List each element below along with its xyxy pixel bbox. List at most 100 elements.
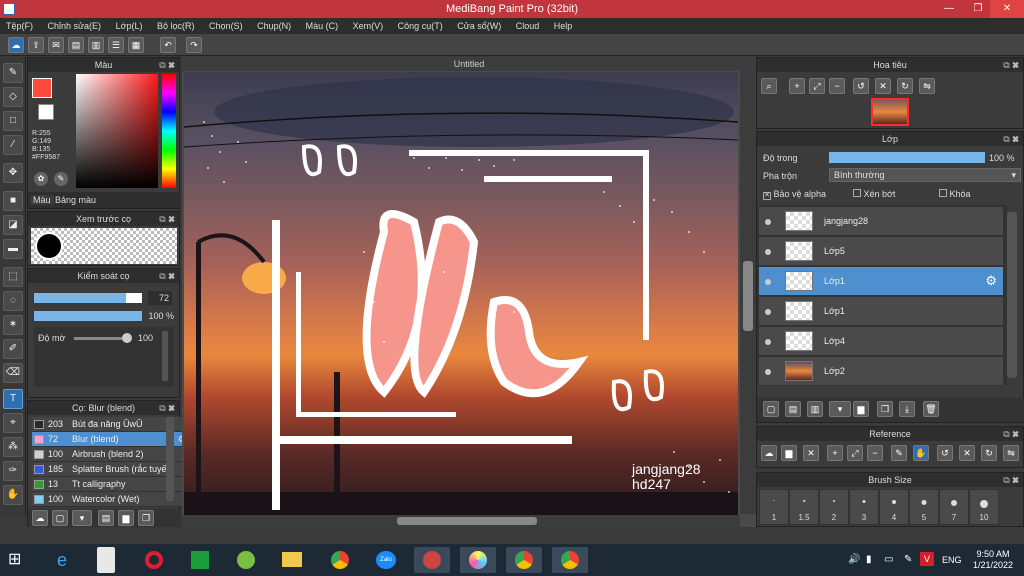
menu-layer[interactable]: Lớp(L) bbox=[110, 18, 149, 32]
delete-layer-icon[interactable]: 🗑 bbox=[923, 401, 939, 417]
redo-icon[interactable]: ↷ bbox=[186, 37, 202, 53]
eyedropper-tool-icon[interactable]: ⁂ bbox=[3, 437, 23, 457]
brush-tool-icon[interactable]: ✎ bbox=[3, 63, 23, 83]
line-tool-icon[interactable]: ⁄ bbox=[3, 135, 23, 155]
operation-tool-icon[interactable]: ⌖ bbox=[3, 413, 23, 433]
brush-size-option[interactable]: 7 bbox=[939, 489, 969, 525]
brush-size-option[interactable]: 5 bbox=[909, 489, 939, 525]
chrome-profile2-icon[interactable] bbox=[552, 547, 588, 573]
eraser-tool-icon[interactable]: ◇ bbox=[3, 87, 23, 107]
minimize-button[interactable]: — bbox=[935, 0, 963, 18]
brush-size-option[interactable]: 1.5 bbox=[789, 489, 819, 525]
eyedropper-icon[interactable]: ✎ bbox=[54, 172, 68, 186]
hand-tool-icon[interactable]: ✋ bbox=[3, 485, 23, 505]
pen-icon[interactable]: ✎ bbox=[904, 554, 912, 565]
list-icon[interactable]: ☰ bbox=[108, 37, 124, 53]
saturation-picker[interactable] bbox=[76, 74, 158, 188]
panel-close-icon[interactable]: ⧉ ✖ bbox=[1003, 58, 1019, 72]
reference-rotate-right-icon[interactable]: ↻ bbox=[981, 445, 997, 461]
file-icon[interactable] bbox=[97, 547, 115, 573]
brush-list-scrollbar[interactable] bbox=[166, 417, 174, 501]
actual-size-icon[interactable]: ⤢ bbox=[809, 78, 825, 94]
bucket-tool-icon[interactable]: ◪ bbox=[3, 215, 23, 235]
gradient-tool-icon[interactable]: ▬ bbox=[3, 239, 23, 259]
windows-start-icon[interactable]: ⊞ bbox=[8, 551, 26, 569]
reference-folder-icon[interactable]: ▆ bbox=[781, 445, 797, 461]
comment-icon[interactable]: ✉ bbox=[48, 37, 64, 53]
select-pen-tool-icon[interactable]: ✐ bbox=[3, 339, 23, 359]
battery-icon[interactable]: ▭ bbox=[884, 554, 893, 565]
reference-rotate-reset-icon[interactable]: ✕ bbox=[959, 445, 975, 461]
new-halftone-layer-icon[interactable]: ▤ bbox=[785, 401, 801, 417]
share-icon[interactable]: ⇪ bbox=[28, 37, 44, 53]
menu-view[interactable]: Xem(V) bbox=[347, 18, 390, 32]
flip-icon[interactable]: ⇋ bbox=[919, 78, 935, 94]
canvas-horizontal-scrollbar[interactable] bbox=[182, 515, 740, 527]
layer-row[interactable]: Lớp2 bbox=[759, 357, 1003, 386]
blur-slider[interactable] bbox=[74, 333, 132, 343]
clock[interactable]: 9:50 AM 1/21/2022 bbox=[968, 549, 1018, 571]
add-brush-icon[interactable]: ▾ bbox=[72, 510, 92, 526]
folder-icon[interactable]: ▆ bbox=[118, 510, 134, 526]
menu-file[interactable]: Tệp(F) bbox=[0, 18, 39, 32]
network-icon[interactable]: ▮ bbox=[866, 554, 872, 565]
cloud-icon[interactable]: ☁ bbox=[8, 37, 24, 53]
document-tab[interactable]: Untitled bbox=[182, 57, 756, 71]
brush-size-option[interactable]: 1 bbox=[759, 489, 789, 525]
reference-flip-icon[interactable]: ⇋ bbox=[1003, 445, 1019, 461]
visibility-icon[interactable] bbox=[765, 309, 771, 315]
select-eraser-tool-icon[interactable]: ⌫ bbox=[3, 363, 23, 383]
menu-snap[interactable]: Chụp(N) bbox=[251, 18, 297, 32]
zoom-fit-icon[interactable]: ⌕ bbox=[761, 78, 777, 94]
panel-close-icon[interactable]: ⧉ ✖ bbox=[1003, 132, 1019, 146]
cloud-brush-icon[interactable]: ☁ bbox=[32, 510, 48, 526]
artwork-image[interactable]: jangjang28 hd247 bbox=[184, 72, 738, 515]
clipping-checkbox[interactable] bbox=[853, 189, 861, 197]
new-brush-icon[interactable]: ▢ bbox=[52, 510, 68, 526]
menu-edit[interactable]: Chỉnh sửa(E) bbox=[42, 18, 108, 32]
reference-eyedropper-icon[interactable]: ✎ bbox=[891, 445, 907, 461]
brush-opacity-slider[interactable] bbox=[34, 311, 142, 321]
layer-row[interactable]: Lớp1 bbox=[759, 297, 1003, 326]
protect-alpha-checkbox[interactable]: ✕ bbox=[763, 192, 771, 200]
layer-opacity-slider[interactable] bbox=[829, 152, 985, 163]
panel-close-icon[interactable]: ⧉ ✖ bbox=[159, 58, 175, 72]
snipping-tool-icon[interactable] bbox=[414, 547, 450, 573]
menu-color[interactable]: Màu (C) bbox=[300, 18, 345, 32]
reference-cloud-icon[interactable]: ☁ bbox=[761, 445, 777, 461]
zoom-out-icon[interactable]: − bbox=[829, 78, 845, 94]
rectangle-tool-icon[interactable]: □ bbox=[3, 111, 23, 131]
rotate-left-icon[interactable]: ↺ bbox=[853, 78, 869, 94]
panel-close-icon[interactable]: ⧉ ✖ bbox=[1003, 473, 1019, 487]
new-layer-icon[interactable]: ▢ bbox=[763, 401, 779, 417]
internet-explorer-icon[interactable]: e bbox=[44, 547, 80, 573]
chrome-icon[interactable] bbox=[322, 547, 358, 573]
duplicate-icon[interactable]: ❐ bbox=[138, 510, 154, 526]
chrome-profile1-icon[interactable] bbox=[506, 547, 542, 573]
reference-rotate-left-icon[interactable]: ↺ bbox=[937, 445, 953, 461]
layer-folder-icon[interactable]: ▆ bbox=[853, 401, 869, 417]
rotate-right-icon[interactable]: ↻ bbox=[897, 78, 913, 94]
navigator-thumbnail[interactable] bbox=[871, 98, 909, 126]
primary-color-swatch[interactable] bbox=[32, 78, 52, 98]
medibang-icon[interactable] bbox=[460, 547, 496, 573]
undo-icon[interactable]: ↶ bbox=[160, 37, 176, 53]
panel-close-icon[interactable]: ⧉ ✖ bbox=[159, 212, 175, 226]
menu-window[interactable]: Cửa sổ(W) bbox=[451, 18, 507, 32]
visibility-icon[interactable] bbox=[765, 219, 771, 225]
volume-icon[interactable]: 🔊 bbox=[848, 554, 860, 565]
hue-slider[interactable] bbox=[162, 74, 176, 188]
palette-icon[interactable]: ✿ bbox=[34, 172, 48, 186]
menu-help[interactable]: Help bbox=[548, 18, 579, 32]
menu-filter[interactable]: Bộ lọc(R) bbox=[151, 18, 201, 32]
brush-size-value[interactable]: 72 bbox=[148, 291, 172, 305]
layer-row[interactable]: Lớp5 bbox=[759, 237, 1003, 266]
layer-list-scrollbar[interactable] bbox=[1007, 212, 1017, 378]
menu-tools[interactable]: Công cụ(T) bbox=[392, 18, 449, 32]
document-icon[interactable]: ▥ bbox=[88, 37, 104, 53]
grid-icon[interactable]: ▦ bbox=[128, 37, 144, 53]
move-tool-icon[interactable]: ✥ bbox=[3, 163, 23, 183]
canvas-vertical-scrollbar[interactable] bbox=[740, 71, 756, 514]
text-tool-icon[interactable]: T bbox=[3, 389, 23, 409]
brush-control-scrollbar[interactable] bbox=[162, 331, 168, 381]
